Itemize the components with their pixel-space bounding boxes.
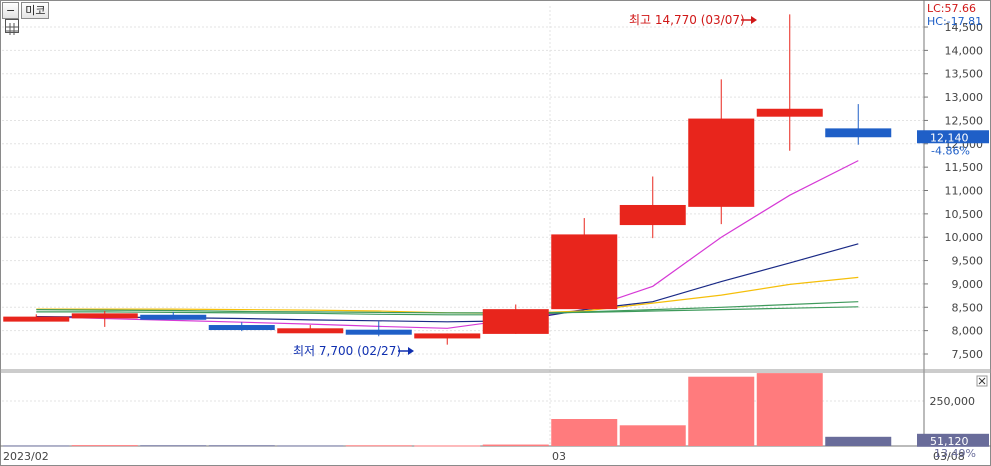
price-tick-label: 9,500 xyxy=(952,255,984,268)
candle-body xyxy=(277,328,344,334)
candle xyxy=(688,79,755,225)
volume-bar xyxy=(345,445,412,447)
price-tick-label: 11,500 xyxy=(945,161,984,174)
candle-body xyxy=(140,314,207,320)
price-tick-label: 13,000 xyxy=(945,91,984,104)
candle-body xyxy=(825,128,892,138)
candle-body xyxy=(345,329,412,335)
candle xyxy=(414,333,481,345)
volume-close-icon[interactable] xyxy=(976,375,988,387)
table-grid-icon[interactable] xyxy=(5,19,19,35)
chart-canvas: 7,500 8,000 8,500 9,000 9,500 10,000 10,500 11,… xyxy=(0,0,991,466)
candle-body xyxy=(688,118,755,207)
price-tick-label: 8,500 xyxy=(952,301,984,314)
volume-bar xyxy=(140,445,207,447)
volume-bar xyxy=(825,436,892,446)
volume-bar xyxy=(3,445,70,447)
volume-ratio-label: 13.49% xyxy=(934,447,976,460)
price-tick-label: 13,500 xyxy=(945,68,984,81)
candle-body xyxy=(208,325,275,331)
high-price-annotation: 최고 14,770 (03/07) xyxy=(629,13,745,27)
price-tick-label: 9,000 xyxy=(952,278,984,291)
candle xyxy=(825,104,892,145)
candle-body xyxy=(756,108,823,117)
candle-body xyxy=(3,316,70,322)
volume-bar xyxy=(414,445,481,447)
candlestick-series xyxy=(3,14,892,345)
candle xyxy=(551,218,618,310)
candle-body xyxy=(482,309,549,334)
date-axis-label: 03 xyxy=(552,450,566,463)
date-axis-label: 2023/02 xyxy=(3,450,49,463)
candle xyxy=(482,304,549,334)
hc-label: HC:-17.81 xyxy=(927,15,982,28)
volume-bar xyxy=(482,444,549,446)
price-tick-label: 12,500 xyxy=(945,114,984,127)
price-tick-label: 7,500 xyxy=(952,348,984,361)
price-tick-label: 10,500 xyxy=(945,208,984,221)
candle xyxy=(3,314,70,322)
toolbar: − 미코 xyxy=(2,2,50,19)
chart-frame xyxy=(0,0,991,466)
candle xyxy=(619,176,686,239)
volume-bars xyxy=(3,373,892,447)
candle-body xyxy=(71,313,138,319)
price-tick-label: 10,000 xyxy=(945,231,984,244)
date-axis-labels: 2023/02 03 03/08 xyxy=(3,450,965,463)
volume-bar xyxy=(619,425,686,446)
candle xyxy=(345,321,412,337)
candle-body xyxy=(619,204,686,226)
volume-bar xyxy=(208,445,275,447)
lc-label: LC:57.66 xyxy=(927,2,976,15)
price-axis-ticks: 7,500 8,000 8,500 9,000 9,500 10,000 10,500 11,… xyxy=(924,21,983,361)
price-tick-label: 11,000 xyxy=(945,185,984,198)
moving-average-line xyxy=(36,276,859,314)
volume-bar xyxy=(71,445,138,447)
volume-bar xyxy=(551,419,618,446)
price-tick-label: 14,000 xyxy=(945,44,984,57)
volume-bar xyxy=(756,373,823,446)
volume-bar xyxy=(277,445,344,447)
low-price-annotation: 최저 7,700 (02/27) xyxy=(293,344,401,358)
candle xyxy=(277,325,344,334)
minus-box-icon[interactable]: − xyxy=(2,2,20,19)
candle-body xyxy=(414,333,481,339)
volume-axis-ticks: 250,000 xyxy=(930,395,976,408)
price-tick-label: 8,000 xyxy=(952,325,984,338)
price-change-label: -4.86% xyxy=(931,144,970,157)
current-price-label: 12,140 xyxy=(930,131,969,144)
candle-body xyxy=(551,234,618,310)
stock-name-button[interactable]: 미코 xyxy=(21,2,50,19)
candle xyxy=(756,14,823,151)
candle xyxy=(208,322,275,332)
outer-border xyxy=(0,0,991,466)
volume-tick-label: 250,000 xyxy=(930,395,976,408)
volume-bar xyxy=(688,376,755,446)
